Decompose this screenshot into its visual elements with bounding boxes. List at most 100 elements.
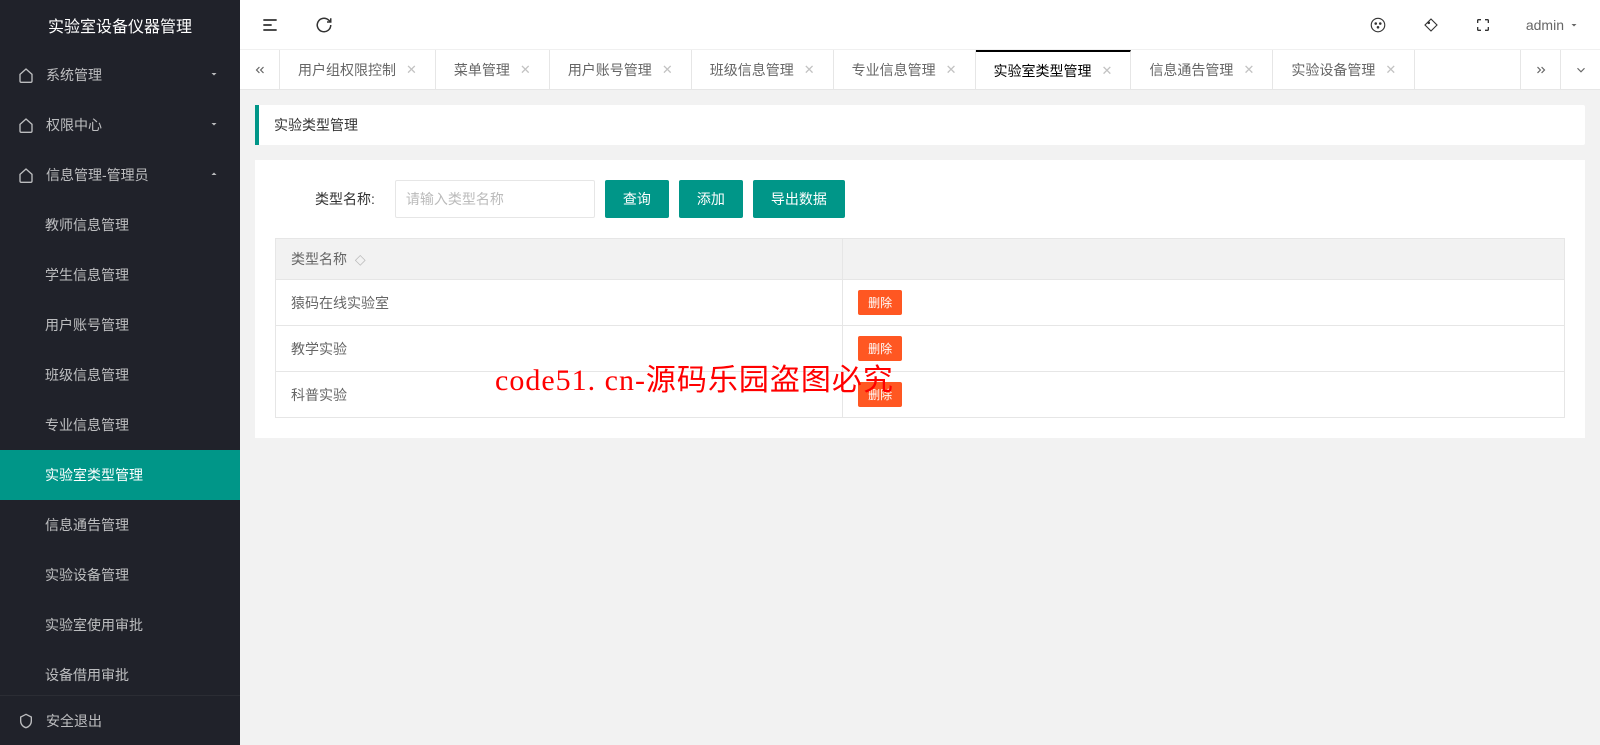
delete-button[interactable]: 删除 bbox=[858, 336, 902, 361]
tab[interactable]: 菜单管理 ✕ bbox=[436, 50, 550, 89]
tab[interactable]: 专业信息管理 ✕ bbox=[834, 50, 976, 89]
tab[interactable]: 用户组权限控制 ✕ bbox=[280, 50, 436, 89]
close-icon[interactable]: ✕ bbox=[804, 62, 815, 78]
sidebar-item[interactable]: 设备借用审批 bbox=[0, 650, 240, 695]
sidebar-item[interactable]: 实验室使用审批 bbox=[0, 600, 240, 650]
sidebar-item[interactable]: 学生信息管理 bbox=[0, 250, 240, 300]
sidebar-group-system[interactable]: 系统管理 bbox=[0, 50, 240, 100]
chevron-down-icon bbox=[1568, 19, 1580, 31]
delete-button[interactable]: 删除 bbox=[858, 382, 902, 407]
close-icon[interactable]: ✕ bbox=[1243, 62, 1254, 78]
home-icon bbox=[18, 117, 34, 133]
logout-label: 安全退出 bbox=[46, 711, 102, 731]
cell-name: 猿码在线实验室 bbox=[276, 280, 843, 326]
tab-label: 专业信息管理 bbox=[852, 60, 936, 80]
type-name-input[interactable] bbox=[395, 180, 595, 218]
sidebar-item-label: 信息通告管理 bbox=[45, 515, 222, 535]
close-icon[interactable]: ✕ bbox=[520, 62, 531, 78]
search-row: 类型名称: 查询 添加 导出数据 bbox=[275, 180, 1565, 238]
delete-button[interactable]: 删除 bbox=[858, 290, 902, 315]
sidebar-item-label: 班级信息管理 bbox=[45, 365, 222, 385]
close-icon[interactable]: ✕ bbox=[662, 62, 673, 78]
shield-icon bbox=[18, 713, 34, 729]
user-menu[interactable]: admin bbox=[1526, 17, 1580, 33]
collapse-sidebar-icon[interactable] bbox=[260, 15, 280, 35]
close-icon[interactable]: ✕ bbox=[406, 62, 417, 78]
content: 实验类型管理 类型名称: 查询 添加 导出数据 类型名称 ◇ bbox=[240, 90, 1600, 745]
cell-name: 教学实验 bbox=[276, 326, 843, 372]
sidebar-item-label: 实验设备管理 bbox=[45, 565, 222, 585]
sidebar-item-label: 实验室使用审批 bbox=[45, 615, 222, 635]
home-icon bbox=[18, 167, 34, 183]
cell-action: 删除 bbox=[843, 372, 1565, 418]
sidebar-item-label: 实验室类型管理 bbox=[45, 465, 222, 485]
main: admin 用户组权限控制 ✕ 菜单管理 ✕ 用户账号管理 ✕ 班级信息管理 ✕ 专业信息管理 ✕… bbox=[240, 0, 1600, 745]
sidebar-item[interactable]: 班级信息管理 bbox=[0, 350, 240, 400]
home-icon bbox=[18, 67, 34, 83]
panel: 实验类型管理 bbox=[255, 105, 1585, 145]
tab-label: 班级信息管理 bbox=[710, 60, 794, 80]
table-header-name[interactable]: 类型名称 ◇ bbox=[276, 239, 843, 280]
tab-label: 实验设备管理 bbox=[1291, 60, 1375, 80]
tab[interactable]: 班级信息管理 ✕ bbox=[692, 50, 834, 89]
sidebar-item[interactable]: 实验设备管理 bbox=[0, 550, 240, 600]
sidebar-item[interactable]: 专业信息管理 bbox=[0, 400, 240, 450]
page-title: 实验类型管理 bbox=[255, 105, 1585, 145]
table-row: 猿码在线实验室删除 bbox=[276, 280, 1565, 326]
tab[interactable]: 实验设备管理 ✕ bbox=[1273, 50, 1415, 89]
note-icon[interactable] bbox=[1422, 16, 1440, 34]
sidebar-item-label: 设备借用审批 bbox=[45, 665, 222, 685]
sidebar-group-label: 信息管理-管理员 bbox=[46, 165, 208, 185]
query-button[interactable]: 查询 bbox=[605, 180, 669, 218]
tabs-scroll-left[interactable] bbox=[240, 50, 280, 89]
cell-action: 删除 bbox=[843, 326, 1565, 372]
sidebar-group-label: 系统管理 bbox=[46, 65, 208, 85]
topbar: admin bbox=[240, 0, 1600, 50]
table-header-action bbox=[843, 239, 1565, 280]
chevron-up-icon bbox=[208, 168, 222, 182]
sidebar-item[interactable]: 信息通告管理 bbox=[0, 500, 240, 550]
fullscreen-icon[interactable] bbox=[1475, 17, 1491, 33]
refresh-icon[interactable] bbox=[315, 16, 333, 34]
theme-icon[interactable] bbox=[1369, 16, 1387, 34]
cell-action: 删除 bbox=[843, 280, 1565, 326]
close-icon[interactable]: ✕ bbox=[1385, 62, 1396, 78]
close-icon[interactable]: ✕ bbox=[946, 62, 957, 78]
sidebar-item[interactable]: 教师信息管理 bbox=[0, 200, 240, 250]
sidebar-item-label: 教师信息管理 bbox=[45, 215, 222, 235]
tabs-scroll-right[interactable] bbox=[1520, 50, 1560, 89]
tab-label: 菜单管理 bbox=[454, 60, 510, 80]
user-label: admin bbox=[1526, 17, 1564, 33]
tabs-dropdown[interactable] bbox=[1560, 50, 1600, 89]
cell-name: 科普实验 bbox=[276, 372, 843, 418]
sort-icon[interactable]: ◇ bbox=[355, 251, 366, 267]
tab-label: 实验室类型管理 bbox=[994, 61, 1092, 81]
tab[interactable]: 信息通告管理 ✕ bbox=[1131, 50, 1273, 89]
app-title: 实验室设备仪器管理 bbox=[0, 0, 240, 50]
tab[interactable]: 实验室类型管理 ✕ bbox=[976, 50, 1132, 89]
sidebar-item[interactable]: 实验室类型管理 bbox=[0, 450, 240, 500]
search-label: 类型名称: bbox=[315, 189, 375, 209]
sidebar-item[interactable]: 用户账号管理 bbox=[0, 300, 240, 350]
tab-label: 用户组权限控制 bbox=[298, 60, 396, 80]
sidebar-group-label: 权限中心 bbox=[46, 115, 208, 135]
sidebar-group-permission[interactable]: 权限中心 bbox=[0, 100, 240, 150]
table-row: 教学实验删除 bbox=[276, 326, 1565, 372]
sidebar-logout[interactable]: 安全退出 bbox=[0, 695, 240, 745]
tab-label: 用户账号管理 bbox=[568, 60, 652, 80]
table-row: 科普实验删除 bbox=[276, 372, 1565, 418]
sidebar-item-label: 学生信息管理 bbox=[45, 265, 222, 285]
tab[interactable]: 用户账号管理 ✕ bbox=[550, 50, 692, 89]
tabs-bar: 用户组权限控制✕菜单管理✕用户账号管理✕班级信息管理✕专业信息管理✕实验室类型管… bbox=[240, 50, 1600, 90]
chevron-down-icon bbox=[208, 118, 222, 132]
chevron-down-icon bbox=[208, 68, 222, 82]
data-table: 类型名称 ◇ 猿码在线实验室删除教学实验删除科普实验删除 bbox=[275, 238, 1565, 418]
sidebar-menu: 系统管理 权限中心 信息管理-管理员 教师信息管理学生信息管理用户账号管理班级信… bbox=[0, 50, 240, 695]
export-button[interactable]: 导出数据 bbox=[753, 180, 845, 218]
sidebar-item-label: 专业信息管理 bbox=[45, 415, 222, 435]
panel-body: 类型名称: 查询 添加 导出数据 类型名称 ◇ bbox=[255, 160, 1585, 438]
close-icon[interactable]: ✕ bbox=[1102, 63, 1113, 79]
add-button[interactable]: 添加 bbox=[679, 180, 743, 218]
sidebar-group-info-admin[interactable]: 信息管理-管理员 bbox=[0, 150, 240, 200]
tab-label: 信息通告管理 bbox=[1149, 60, 1233, 80]
